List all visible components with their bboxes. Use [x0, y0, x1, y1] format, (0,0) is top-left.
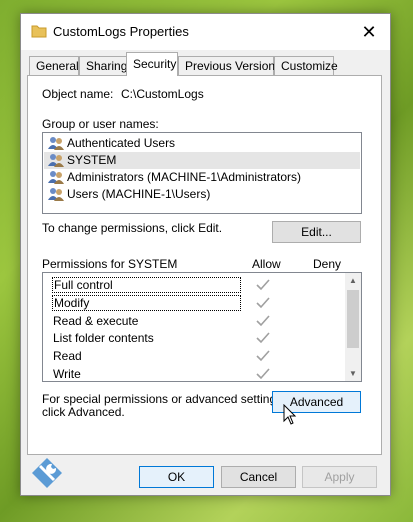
list-item[interactable]: Administrators (MACHINE-1\Administrators…: [44, 169, 360, 186]
allow-header: Allow: [252, 257, 281, 271]
tab-sharing[interactable]: Sharing: [79, 56, 127, 75]
tab-customize[interactable]: Customize: [274, 56, 338, 75]
tab-security[interactable]: Security: [126, 52, 178, 76]
checkmark-icon: [256, 368, 270, 380]
user-group-icon: [48, 188, 64, 201]
scroll-up-arrow-icon[interactable]: ▲: [345, 273, 361, 289]
permissions-list[interactable]: Full control Modify Read & execute List …: [42, 272, 362, 382]
permission-row: Read: [43, 348, 343, 365]
properties-dialog: CustomLogs Properties ✕ General Sharing …: [20, 13, 391, 496]
list-item[interactable]: Authenticated Users: [44, 135, 360, 152]
permission-row: List folder contents: [43, 330, 343, 347]
brand-logo-icon: [32, 458, 62, 488]
change-permissions-text: To change permissions, click Edit.: [42, 221, 223, 235]
checkmark-icon: [256, 279, 270, 291]
checkmark-icon: [256, 297, 270, 309]
special-permissions-text-line1: For special permissions or advanced sett…: [42, 392, 286, 406]
permission-name: List folder contents: [53, 331, 154, 345]
permission-row: Full control: [43, 277, 343, 294]
list-item-selected[interactable]: SYSTEM: [44, 152, 360, 169]
permission-name: Modify: [52, 295, 241, 311]
checkmark-icon: [256, 350, 270, 362]
permission-row: Modify: [43, 295, 343, 312]
list-item-label: Users (MACHINE-1\Users): [67, 187, 211, 201]
user-group-icon: [48, 171, 64, 184]
permission-row: Read & execute: [43, 313, 343, 330]
user-group-icon: [48, 154, 64, 167]
list-item-label: SYSTEM: [67, 153, 117, 167]
edit-button[interactable]: Edit...: [272, 221, 361, 243]
title-bar: CustomLogs Properties ✕: [21, 14, 390, 50]
permission-row: Write: [43, 366, 343, 381]
window-title: CustomLogs Properties: [53, 24, 189, 39]
permission-name: Read: [53, 349, 82, 363]
list-item[interactable]: Users (MACHINE-1\Users): [44, 186, 360, 203]
object-name-value: C:\CustomLogs: [121, 87, 204, 101]
scroll-thumb[interactable]: [347, 290, 359, 348]
permission-name: Full control: [52, 277, 241, 293]
ok-button[interactable]: OK: [139, 466, 214, 488]
groups-label: Group or user names:: [42, 117, 159, 131]
permission-name: Read & execute: [53, 314, 139, 328]
scroll-down-arrow-icon[interactable]: ▼: [345, 366, 361, 381]
group-user-list[interactable]: Authenticated Users SYSTEM Administrator…: [42, 132, 362, 214]
permission-name: Write: [53, 367, 81, 381]
cancel-button[interactable]: Cancel: [221, 466, 296, 488]
close-button[interactable]: ✕: [357, 20, 381, 44]
tab-general[interactable]: General: [29, 56, 79, 75]
deny-header: Deny: [313, 257, 342, 271]
tab-previous-versions[interactable]: Previous Versions: [178, 56, 281, 75]
list-item-label: Authenticated Users: [67, 136, 176, 150]
checkmark-icon: [256, 332, 270, 344]
vertical-scrollbar[interactable]: ▲ ▼: [345, 273, 361, 381]
special-permissions-text-line2: click Advanced.: [42, 405, 125, 419]
permissions-title: Permissions for SYSTEM: [42, 257, 178, 271]
apply-button: Apply: [302, 466, 377, 488]
checkmark-icon: [256, 315, 270, 327]
list-item-label: Administrators (MACHINE-1\Administrators…: [67, 170, 302, 184]
tab-bar: General Sharing Security Previous Versio…: [21, 52, 390, 76]
folder-icon: [31, 25, 47, 38]
mouse-cursor-icon: [283, 404, 297, 425]
user-group-icon: [48, 137, 64, 150]
object-name-label: Object name:: [42, 87, 114, 101]
